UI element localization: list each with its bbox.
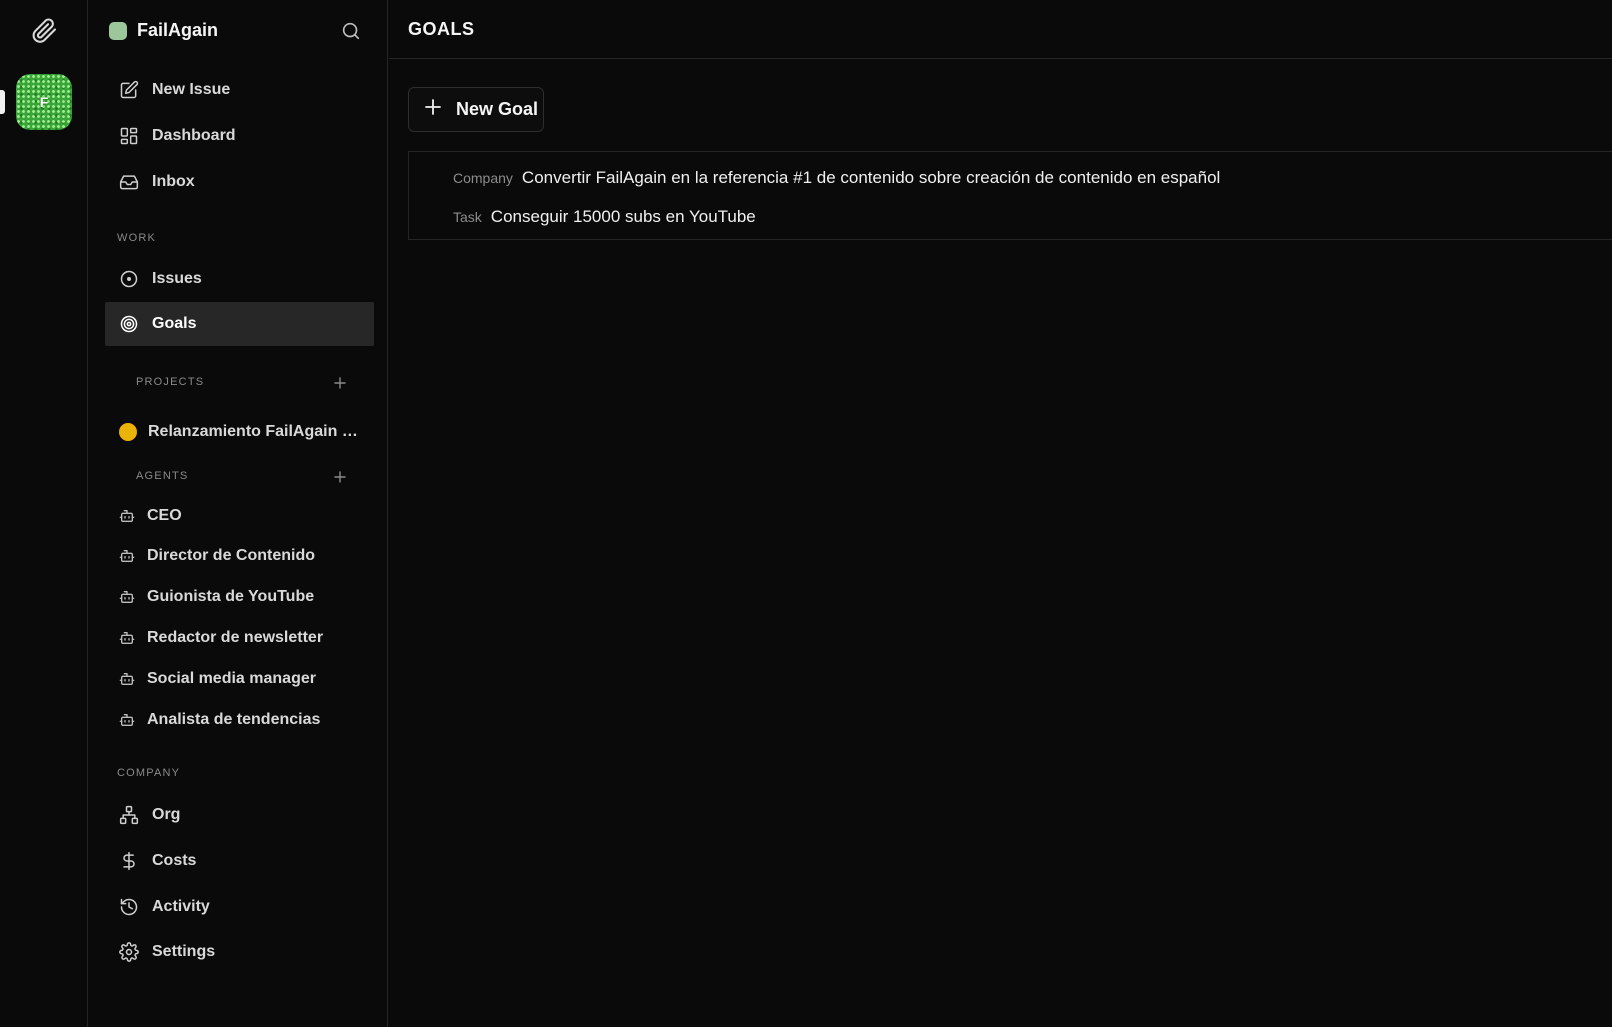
- plus-icon: [424, 98, 442, 121]
- agent-item-director-de-contenido[interactable]: Director de Contenido: [105, 539, 374, 573]
- bot-icon: [119, 508, 135, 524]
- add-agent-icon[interactable]: [332, 469, 348, 485]
- agent-item-ceo[interactable]: CEO: [105, 499, 374, 533]
- add-project-icon[interactable]: [332, 375, 348, 391]
- sidebar-item-activity[interactable]: Activity: [105, 885, 374, 929]
- bot-icon: [119, 671, 135, 687]
- section-label-work: WORK: [117, 232, 157, 244]
- goal-level-label: Company: [453, 170, 513, 186]
- active-workspace-indicator: [0, 90, 5, 114]
- dollar-icon: [119, 851, 139, 871]
- page-title: GOALS: [408, 19, 475, 39]
- sidebar-item-costs[interactable]: Costs: [105, 839, 374, 883]
- sidebar-item-label: Goals: [152, 315, 197, 332]
- sidebar-item-dashboard[interactable]: Dashboard: [105, 114, 374, 158]
- goal-row[interactable]: Company Convertir FailAgain en la refere…: [453, 168, 1220, 188]
- company-name: FailAgain: [137, 20, 219, 40]
- bot-icon: [119, 589, 135, 605]
- goal-level-label: Task: [453, 209, 482, 225]
- sidebar-item-settings[interactable]: Settings: [105, 930, 374, 974]
- section-label-projects: PROJECTS: [136, 376, 205, 388]
- bot-icon: [119, 630, 135, 646]
- circle-dot-icon: [119, 269, 139, 289]
- agent-item-guionista-de-youtube[interactable]: Guionista de YouTube: [105, 580, 374, 614]
- sidebar-item-issues[interactable]: Issues: [105, 257, 374, 301]
- sidebar-item-label: Inbox: [152, 173, 195, 190]
- agent-item-label: CEO: [147, 507, 182, 524]
- project-color-dot: [119, 423, 137, 441]
- project-item-label: Relanzamiento FailAgain 2...: [148, 423, 358, 440]
- gear-icon: [119, 942, 139, 962]
- sidebar-item-inbox[interactable]: Inbox: [105, 160, 374, 204]
- new-goal-label: New Goal: [456, 99, 539, 119]
- sidebar-item-label: Dashboard: [152, 127, 236, 144]
- bot-icon: [119, 548, 135, 564]
- sidebar-item-label: Org: [152, 806, 181, 823]
- project-item[interactable]: Relanzamiento FailAgain 2...: [105, 413, 374, 451]
- sidebar-item-label: Settings: [152, 943, 216, 960]
- agent-item-analista-de-tendencias[interactable]: Analista de tendencias: [105, 703, 374, 737]
- new-goal-button[interactable]: New Goal: [408, 87, 544, 132]
- sidebar-item-new-issue[interactable]: New Issue: [105, 68, 374, 112]
- workspace-rail: F: [0, 0, 88, 1027]
- goal-title: Convertir FailAgain en la referencia #1 …: [521, 168, 1221, 187]
- history-icon: [119, 897, 139, 917]
- sidebar-item-goals[interactable]: Goals: [105, 302, 374, 346]
- sidebar-item-org[interactable]: Org: [105, 793, 374, 837]
- inbox-icon: [119, 172, 139, 192]
- sidebar-item-label: Activity: [152, 898, 210, 915]
- edit-icon: [119, 80, 139, 100]
- workspace-avatar-letter: F: [39, 94, 49, 110]
- section-label-agents: AGENTS: [136, 470, 189, 482]
- agent-item-label: Redactor de newsletter: [147, 629, 324, 646]
- sidebar-item-label: Costs: [152, 852, 197, 869]
- agent-item-label: Social media manager: [147, 670, 316, 687]
- company-switcher[interactable]: FailAgain: [109, 20, 218, 41]
- page-header: GOALS: [389, 0, 1612, 59]
- company-color-dot: [109, 21, 127, 40]
- bot-icon: [119, 712, 135, 728]
- target-icon: [119, 314, 139, 334]
- dashboard-icon: [119, 126, 139, 146]
- section-label-company: COMPANY: [117, 767, 181, 779]
- agent-item-label: Guionista de YouTube: [147, 588, 315, 605]
- goal-row[interactable]: Task Conseguir 15000 subs en YouTube: [453, 207, 756, 227]
- sidebar-item-label: Issues: [152, 270, 202, 287]
- paperclip-icon[interactable]: [30, 16, 58, 44]
- goal-title: Conseguir 15000 subs en YouTube: [490, 207, 756, 226]
- sidebar: FailAgain New Issue Dashboard Inbox WORK…: [89, 0, 388, 1027]
- search-icon[interactable]: [340, 20, 362, 42]
- goals-list: Company Convertir FailAgain en la refere…: [408, 151, 1612, 240]
- sidebar-item-label: New Issue: [152, 81, 231, 98]
- org-chart-icon: [119, 805, 139, 825]
- agent-item-label: Director de Contenido: [147, 547, 316, 564]
- agent-item-label: Analista de tendencias: [147, 711, 321, 728]
- agent-item-social-media-manager[interactable]: Social media manager: [105, 662, 374, 696]
- agent-item-redactor-de-newsletter[interactable]: Redactor de newsletter: [105, 621, 374, 655]
- workspace-avatar[interactable]: F: [16, 74, 72, 130]
